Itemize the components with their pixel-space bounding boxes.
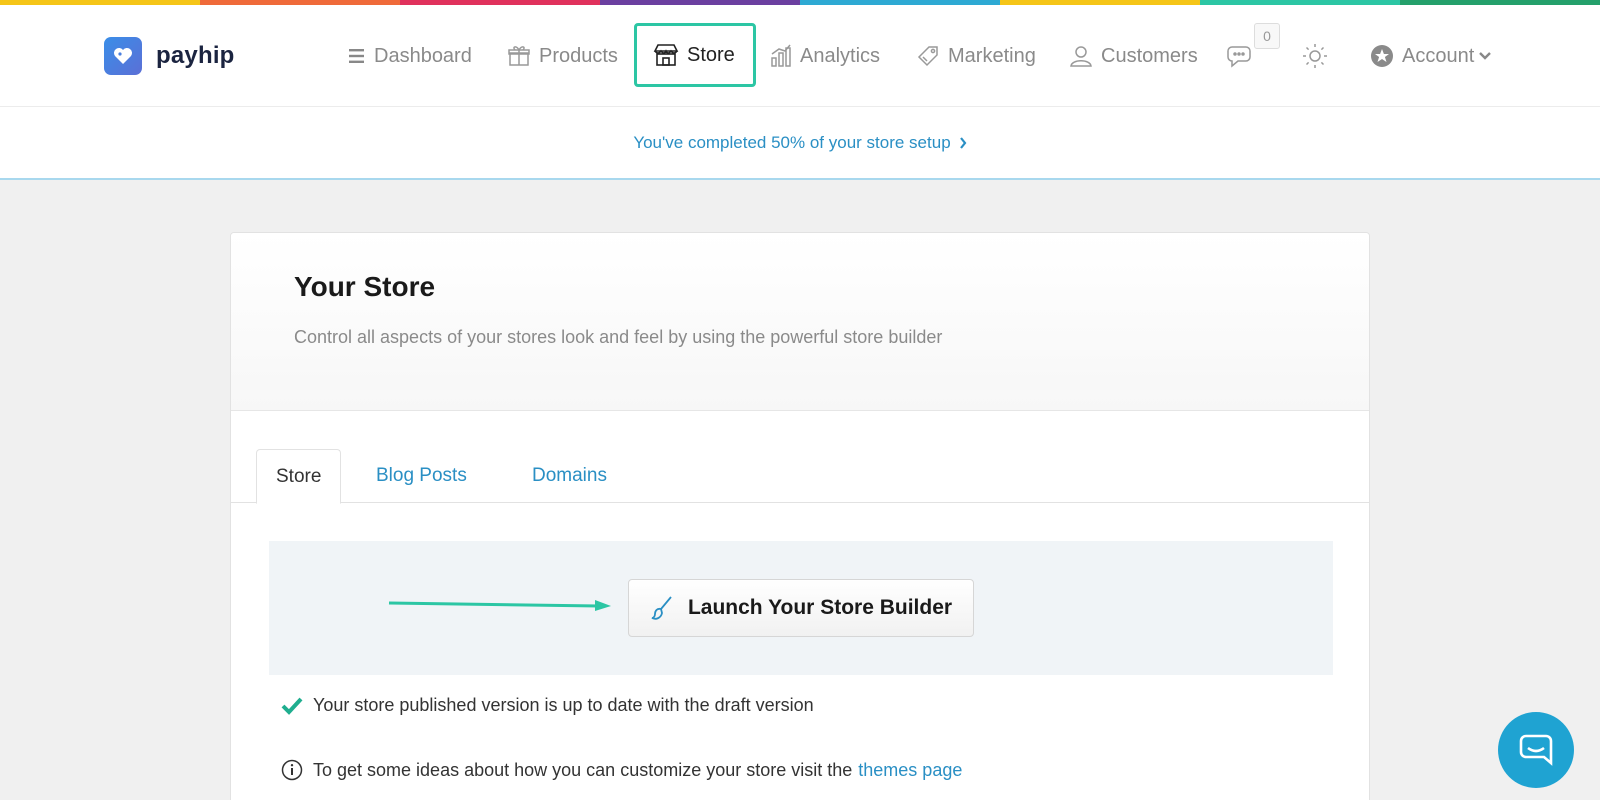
chevron-right-icon: [959, 136, 967, 149]
card-header: Your Store Control all aspects of your s…: [231, 233, 1369, 411]
your-store-card: Your Store Control all aspects of your s…: [230, 232, 1370, 800]
publish-status: Your store published version is up to da…: [281, 695, 814, 716]
nav-products-label: Products: [539, 44, 618, 67]
nav-customers-label: Customers: [1101, 44, 1198, 67]
page-subtitle: Control all aspects of your stores look …: [294, 327, 943, 347]
nav-marketing[interactable]: Marketing: [916, 5, 1036, 107]
nav-analytics-label: Analytics: [800, 44, 881, 67]
chat-icon: [1227, 46, 1251, 68]
paintbrush-icon: [651, 596, 672, 620]
publish-status-text: Your store published version is up to da…: [313, 695, 814, 715]
page-title: Your Store: [294, 271, 436, 302]
menu-icon: [349, 49, 364, 63]
nav-dashboard[interactable]: Dashboard: [348, 5, 472, 107]
setup-progress-text: You've completed 50% of your store setup: [633, 132, 951, 152]
account-menu[interactable]: Account: [1370, 5, 1492, 107]
launch-panel: Launch Your Store Builder: [269, 541, 1333, 675]
tab-domains[interactable]: Domains: [513, 449, 626, 503]
setup-progress-link[interactable]: You've completed 50% of your store setup: [633, 132, 967, 153]
gift-icon: [508, 46, 530, 66]
nav-products[interactable]: Products: [507, 5, 618, 107]
launch-store-builder-label: Launch Your Store Builder: [687, 596, 953, 619]
nav-store[interactable]: Store: [634, 23, 756, 87]
messages-count-badge: 0: [1254, 23, 1280, 49]
nav-dashboard-label: Dashboard: [374, 44, 472, 67]
info-icon: [281, 759, 303, 781]
top-navigation: payhip Dashboard Products Store Analytic…: [0, 5, 1600, 107]
nav-customers[interactable]: Customers: [1069, 5, 1198, 107]
heart-tag-icon: [104, 37, 142, 75]
themes-info-text: To get some ideas about how you can cust…: [313, 759, 853, 780]
themes-info: To get some ideas about how you can cust…: [281, 759, 962, 781]
tag-icon: [917, 46, 938, 67]
pointer-arrow-icon: [388, 600, 611, 611]
tab-blog-posts[interactable]: Blog Posts: [357, 449, 486, 503]
nav-store-label: Store: [687, 43, 735, 66]
payhip-logo[interactable]: payhip: [104, 37, 235, 75]
chevron-down-icon: [1479, 52, 1492, 60]
launch-store-builder-button[interactable]: Launch Your Store Builder: [628, 579, 974, 637]
help-chat-button[interactable]: [1498, 712, 1574, 788]
user-icon: [1070, 46, 1092, 67]
store-icon: [653, 44, 679, 66]
account-label: Account: [1402, 44, 1475, 67]
brand-name: payhip: [156, 42, 235, 69]
store-tabs: Store Blog Posts Domains: [231, 411, 1369, 504]
help-chat-icon: [1519, 734, 1553, 766]
sun-icon: [1303, 44, 1327, 68]
theme-toggle[interactable]: [1302, 5, 1336, 107]
chart-icon: [771, 44, 791, 67]
tab-store[interactable]: Store: [256, 449, 342, 504]
nav-analytics[interactable]: Analytics: [770, 5, 880, 107]
checkmark-icon: [281, 697, 303, 715]
account-star-icon: [1371, 45, 1393, 67]
nav-marketing-label: Marketing: [948, 44, 1036, 67]
messages-button[interactable]: [1226, 5, 1264, 107]
setup-progress-banner: You've completed 50% of your store setup: [0, 107, 1600, 180]
themes-page-link[interactable]: themes page: [858, 760, 962, 781]
